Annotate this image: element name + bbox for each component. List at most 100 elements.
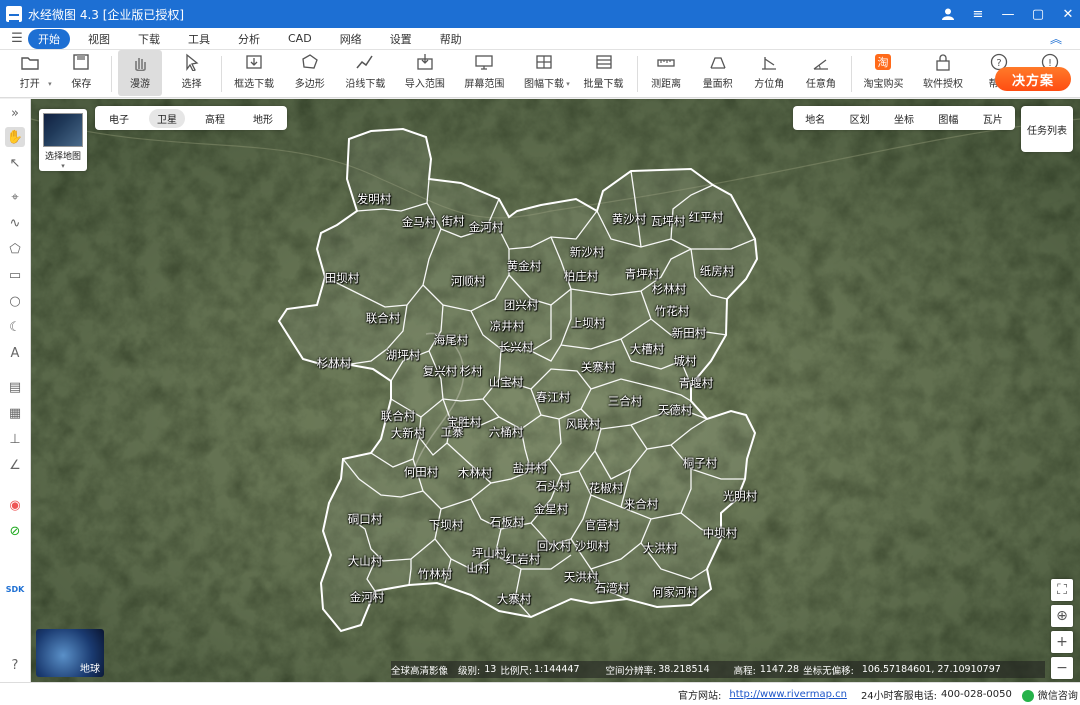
- maximize-button[interactable]: ▢: [1026, 0, 1050, 28]
- toolbar-lock-button[interactable]: 软件授权: [917, 50, 969, 96]
- toolbar-import-button[interactable]: 导入范围: [399, 50, 451, 96]
- coord-value: 106.57184601, 27.10910797: [861, 664, 1001, 675]
- toolbar-cursor-button[interactable]: 选择: [170, 50, 214, 96]
- menu-start[interactable]: 开始: [28, 28, 70, 49]
- circle-icon[interactable]: ○: [5, 291, 25, 311]
- ruler-icon: [655, 52, 677, 72]
- toolbar-grid-button[interactable]: 图幅下载 ▾: [518, 50, 570, 96]
- menu-network[interactable]: 网络: [330, 29, 372, 49]
- area-icon: [707, 52, 729, 72]
- toolbar-batch-button[interactable]: 批量下载: [578, 50, 630, 96]
- fullextent-icon[interactable]: ⛶: [1051, 579, 1073, 601]
- dropdown-caret-icon[interactable]: ▾: [48, 80, 52, 88]
- toolbar-taobao-button[interactable]: 淘淘宝购买: [858, 50, 910, 96]
- rectangle-icon[interactable]: ▭: [5, 265, 25, 285]
- toolbar-screen-button[interactable]: 屏幕范围: [459, 50, 511, 96]
- map-type-electronic[interactable]: 电子: [101, 109, 137, 128]
- map-info-strip: 全球高清影像 级别: 13 比例尺: 1:144447 空间分辨率: 38.21…: [391, 661, 1045, 678]
- overlay-tiles[interactable]: 瓦片: [983, 111, 1003, 126]
- toolbar-label: 方位角: [754, 79, 785, 90]
- link-icon[interactable]: ⊘: [5, 521, 25, 541]
- user-icon[interactable]: [936, 0, 960, 28]
- wechat-consult[interactable]: 微信咨询: [1021, 687, 1078, 702]
- toolbar-label: 淘宝购买: [863, 79, 904, 90]
- arc-icon[interactable]: ☾: [5, 317, 25, 337]
- layer-picker-button[interactable]: 选择地图 ▾: [39, 109, 87, 171]
- map-type-elevation[interactable]: 高程: [197, 109, 233, 128]
- double-arrow-icon[interactable]: »: [5, 103, 25, 123]
- caret-down-icon: ▾: [61, 162, 65, 170]
- minimize-button[interactable]: —: [996, 0, 1020, 28]
- site-link[interactable]: http://www.rivermap.cn: [729, 689, 847, 700]
- coord-label: 坐标无偏移:: [803, 665, 854, 677]
- map-thumbnail: [43, 113, 83, 147]
- sdk-icon[interactable]: SDK: [5, 579, 25, 599]
- toolbar-hand-button[interactable]: 漫游: [118, 50, 162, 96]
- text-icon[interactable]: A: [5, 343, 25, 363]
- toolbar-angle-button[interactable]: 任意角: [799, 50, 843, 96]
- menu-settings[interactable]: 设置: [380, 29, 422, 49]
- dropdown-caret-icon[interactable]: ▾: [566, 80, 570, 88]
- wechat-label: 微信咨询: [1037, 690, 1078, 702]
- level-label: 级别:: [458, 665, 481, 677]
- toolbar-label: 屏幕范围: [464, 79, 505, 90]
- azimuth-icon[interactable]: ⊥: [5, 429, 25, 449]
- batch-icon: [593, 52, 615, 72]
- help-icon[interactable]: ?: [5, 655, 25, 675]
- phone-label: 24小时客服电话:: [860, 690, 938, 702]
- menu-help[interactable]: 帮助: [430, 29, 472, 49]
- site-label: 官方网站:: [678, 690, 722, 702]
- toolbar-polyline-button[interactable]: 沿线下载: [340, 50, 392, 96]
- hand-icon[interactable]: ✋: [5, 127, 25, 147]
- toolbar-label: 软件授权: [923, 79, 964, 90]
- svg-text:淘: 淘: [878, 56, 889, 69]
- collapse-ribbon-icon[interactable]: ︽: [1050, 30, 1062, 47]
- toolbar-label: 保存: [71, 79, 92, 90]
- menu-analysis[interactable]: 分析: [228, 29, 270, 49]
- toolbar-azimuth-button[interactable]: 方位角: [748, 50, 792, 96]
- angle-icon[interactable]: ∠: [5, 455, 25, 475]
- task-list-label: 任务列表: [1027, 125, 1067, 137]
- measure-icon[interactable]: ▤: [5, 377, 25, 397]
- overlay-placenames[interactable]: 地名: [805, 111, 825, 126]
- screen-icon: [473, 52, 495, 72]
- level-value: 13: [484, 664, 497, 675]
- overlay-mapsheets[interactable]: 图幅: [938, 111, 958, 126]
- toolbar-rect-download-button[interactable]: 框选下载: [228, 50, 280, 96]
- overlay-coordinates[interactable]: 坐标: [894, 111, 914, 126]
- map-type-satellite[interactable]: 卫星: [149, 108, 185, 128]
- zoom-out-button[interactable]: −: [1051, 657, 1073, 679]
- toolbar-ruler-button[interactable]: 测距离: [644, 50, 688, 96]
- map-type-terrain[interactable]: 地形: [245, 109, 281, 128]
- select-arrow-icon[interactable]: ↖: [5, 153, 25, 173]
- toolbar-polygon-button[interactable]: 多边形: [288, 50, 332, 96]
- menu-cad[interactable]: CAD: [278, 30, 322, 47]
- locate-icon[interactable]: ⊕: [1051, 605, 1073, 627]
- zoom-in-button[interactable]: +: [1051, 631, 1073, 653]
- toolbar-folder-button[interactable]: 打开 ▾: [8, 50, 52, 96]
- toolbar-label: 任意角: [805, 79, 836, 90]
- line-icon[interactable]: ∿: [5, 213, 25, 233]
- solution-button[interactable]: 决方案: [995, 67, 1071, 91]
- grid-icon: [533, 52, 555, 72]
- menu-view[interactable]: 视图: [78, 29, 120, 49]
- rect-download-icon: [243, 52, 265, 72]
- overlay-districts[interactable]: 区划: [850, 111, 870, 126]
- plugin-icon[interactable]: ◉: [5, 495, 25, 515]
- area-icon[interactable]: ▦: [5, 403, 25, 423]
- task-list-button[interactable]: 任务列表: [1021, 106, 1073, 152]
- resolution-value: 38.218514: [658, 664, 710, 675]
- close-button[interactable]: ✕: [1056, 0, 1080, 28]
- map-view[interactable]: 发明村 金马村 街村 金河村 黄沙村 瓦坪村 红平村 新沙村 黄金村 柏庄村 青坪村 纸房村 田坝村 河顺…: [31, 99, 1080, 682]
- toolbar-save-button[interactable]: 保存: [60, 50, 104, 96]
- menu-dropdown-icon[interactable]: ≡: [966, 0, 990, 28]
- polygon-draw-icon[interactable]: ⬠: [5, 239, 25, 259]
- globe-button[interactable]: 地球: [36, 629, 104, 677]
- toolbar-area-button[interactable]: 量面积: [696, 50, 740, 96]
- toolbar-label: 图幅下载: [523, 79, 564, 90]
- hamburger-icon[interactable]: ☰: [6, 31, 28, 46]
- marker-icon[interactable]: ⌖: [5, 187, 25, 207]
- menu-tools[interactable]: 工具: [178, 29, 220, 49]
- lock-icon: [932, 52, 954, 72]
- menu-download[interactable]: 下载: [128, 29, 170, 49]
